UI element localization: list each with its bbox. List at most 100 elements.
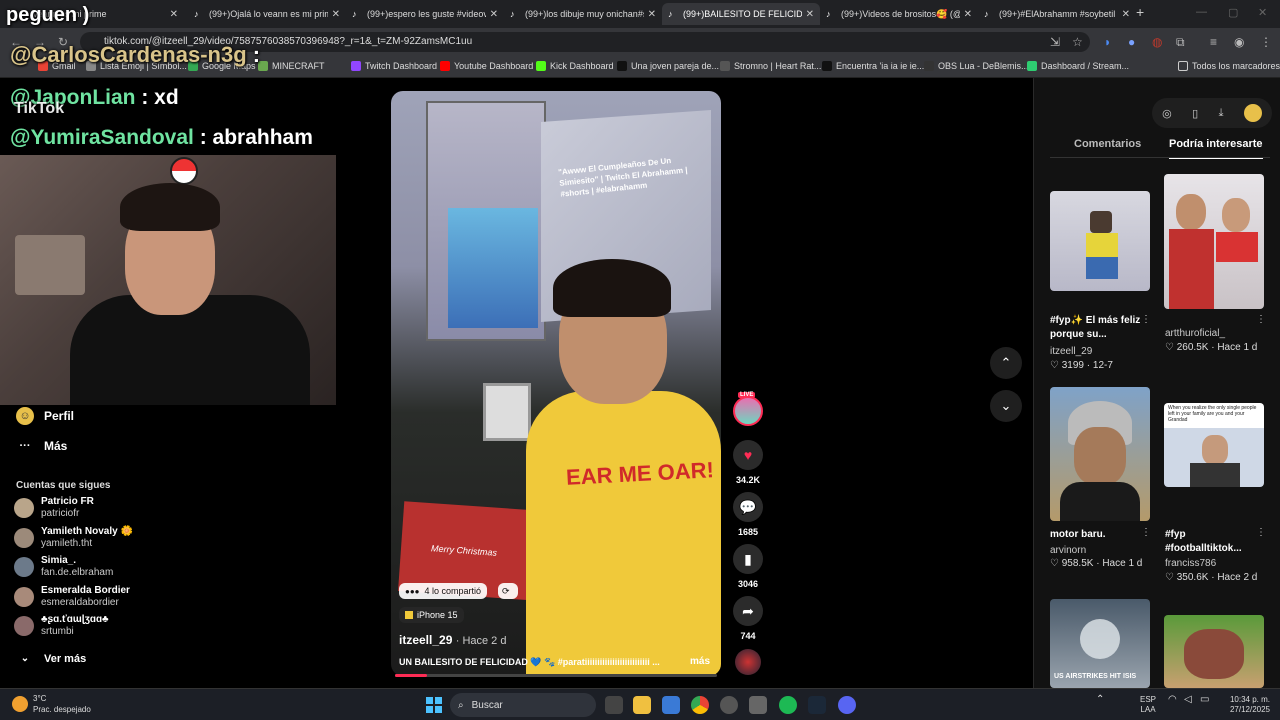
profile-avatar-icon[interactable]: ◉	[1234, 35, 1244, 49]
bookmark-item[interactable]: Dashboard / Stream...	[1027, 61, 1129, 71]
extension-icon[interactable]: ●	[1128, 35, 1135, 49]
extension-icon[interactable]: ◍	[1152, 35, 1162, 49]
media-icon[interactable]: ≡	[1210, 35, 1217, 49]
card-more-icon[interactable]: ⋮	[1256, 314, 1266, 325]
spotify-icon[interactable]	[779, 696, 797, 714]
close-tab-icon[interactable]: ✕	[490, 9, 498, 20]
music-disc[interactable]	[733, 649, 763, 675]
caption-more-link[interactable]: más	[690, 656, 710, 667]
browser-tab[interactable]: ♪ (99+)los dibuje muy onichan#s ✕	[504, 3, 662, 25]
weather-widget[interactable]: 3°C Prac. despejado	[12, 693, 91, 715]
card-title[interactable]: #fyp✨ El más feliz porque su...	[1050, 314, 1142, 342]
close-tab-icon[interactable]: ✕	[1122, 9, 1130, 20]
following-item[interactable]: Esmeralda Bordier esmeraldabordier	[14, 585, 130, 609]
card-more-icon[interactable]: ⋮	[1141, 314, 1151, 325]
close-tab-icon[interactable]: ✕	[170, 9, 178, 20]
extension-icon[interactable]: ◗	[1104, 35, 1111, 49]
close-tab-icon[interactable]: ✕	[964, 9, 972, 20]
next-video-button[interactable]: ⌄	[990, 390, 1022, 422]
compass-icon[interactable]: ◎	[1162, 107, 1172, 120]
bookmark-item[interactable]: Una joven pareja de...	[617, 61, 719, 71]
video-thumbnail[interactable]	[1050, 191, 1150, 291]
maximize-icon[interactable]: ▢	[1228, 6, 1238, 19]
card-more-icon[interactable]: ⋮	[1256, 527, 1266, 538]
card-user[interactable]: itzeell_29	[1050, 346, 1092, 357]
close-tab-icon[interactable]: ✕	[648, 9, 656, 20]
task-view-icon[interactable]	[605, 696, 623, 714]
close-window-icon[interactable]: ✕	[1258, 6, 1267, 19]
video-thumbnail[interactable]	[1164, 615, 1264, 688]
browser-tab[interactable]: ♪ (99+)Videos de brositos🥰 (@ ✕	[820, 3, 978, 25]
comment-button[interactable]: 💬 1685	[733, 492, 763, 537]
store-icon[interactable]	[662, 696, 680, 714]
menu-icon[interactable]: ⋮	[1260, 35, 1272, 49]
bookmark-item[interactable]: Stromno | Heart Rat...	[720, 61, 821, 71]
start-button[interactable]	[426, 697, 442, 713]
wifi-icon[interactable]: ◠	[1168, 695, 1177, 705]
share-button[interactable]: ➦ 744	[733, 596, 763, 641]
download-icon[interactable]: ⤓	[1219, 107, 1224, 120]
browser-tab[interactable]: ♪ (99+)Ojalá lo veann es mi prime ✕	[188, 3, 346, 25]
bookmark-item[interactable]: Twitch Dashboard	[351, 61, 437, 71]
following-item[interactable]: Patricio FR patriciofr	[14, 496, 94, 520]
new-tab-button[interactable]: +	[1136, 4, 1144, 20]
video-thumbnail[interactable]: US AIRSTRIKES HIT ISIS	[1050, 599, 1150, 688]
language-indicator[interactable]: ESP LAA	[1140, 695, 1156, 715]
clock[interactable]: 10:34 p. m. 27/12/2025	[1222, 695, 1270, 715]
bookmark-item[interactable]: MINECRAFT	[258, 61, 325, 71]
previous-video-button[interactable]: ⌃	[990, 347, 1022, 379]
repost-button[interactable]: ⟳	[498, 583, 518, 599]
file-explorer-icon[interactable]	[633, 696, 651, 714]
video-thumbnail[interactable]	[1164, 174, 1264, 309]
video-thumbnail[interactable]	[1050, 387, 1150, 521]
creator-avatar[interactable]: LIVE	[733, 392, 763, 426]
tab-comentarios[interactable]: Comentarios	[1074, 138, 1141, 150]
bookmark-item[interactable]: Encuentra 'ia ia ie ie...	[822, 61, 924, 71]
bookmark-item[interactable]: Youtube Dashboard	[440, 61, 533, 71]
phone-icon[interactable]: ▯	[1192, 107, 1198, 120]
sidebar-item-more[interactable]: ··· Más	[16, 437, 68, 455]
discord-icon[interactable]	[838, 696, 856, 714]
video-author[interactable]: itzeell_29 · Hace 2 d	[399, 633, 506, 647]
save-button[interactable]: ▮ 3046	[733, 544, 763, 589]
puzzle-icon[interactable]: ⧉	[1176, 35, 1185, 50]
app-icon[interactable]	[749, 696, 767, 714]
card-more-icon[interactable]: ⋮	[1141, 527, 1151, 538]
see-more-link[interactable]: ⌄ Ver más	[16, 650, 86, 668]
following-item[interactable]: ♣ʂɑ.ťɑɯɭʒɑɑ♣ srtumbi	[14, 614, 109, 638]
card-title[interactable]: #fyp #footballtiktok...	[1165, 528, 1261, 556]
following-item[interactable]: Yamileth Novaly 🌼 yamileth.tht	[14, 526, 133, 550]
bookmark-item[interactable]: Kick Dashboard	[536, 61, 614, 71]
close-tab-icon[interactable]: ✕	[332, 9, 340, 20]
avatar[interactable]	[1243, 104, 1262, 122]
card-user[interactable]: artthuroficial_	[1165, 328, 1225, 339]
volume-icon[interactable]: ◁	[1184, 695, 1192, 705]
card-meta: ♡ 350.6K · Hace 2 d	[1165, 572, 1258, 583]
card-title[interactable]: motor baru.	[1050, 528, 1142, 542]
battery-icon[interactable]: ▭	[1200, 695, 1209, 705]
close-tab-icon[interactable]: ✕	[806, 9, 814, 20]
taskbar-search[interactable]: ⌕ Buscar	[450, 693, 596, 717]
obs-icon[interactable]	[720, 696, 738, 714]
browser-tab[interactable]: ♪ (99+)espero les guste #videovi ✕	[346, 3, 504, 25]
browser-tab[interactable]: ♪ (99+)BAILESITO DE FELICIDAD ✕	[662, 3, 820, 25]
card-user[interactable]: franciss786	[1165, 558, 1216, 569]
browser-tab[interactable]: ♪ (99+)#ElAbrahamm #soybetil ✕	[978, 3, 1136, 25]
shared-pill[interactable]: ●●● 4 lo compartió	[399, 583, 488, 599]
minimize-icon[interactable]: —	[1196, 6, 1207, 18]
video-progress[interactable]	[395, 674, 717, 677]
like-button[interactable]: ♥ 34.2K	[733, 440, 763, 485]
install-icon[interactable]: ⇲	[1050, 35, 1060, 49]
bookmark-item[interactable]: OBS Lua - DeBlemis...	[924, 61, 1029, 71]
card-user[interactable]: arvinorn	[1050, 545, 1086, 556]
tiktok-logo[interactable]: TikTok	[14, 100, 64, 118]
following-item[interactable]: Simia_. fan.de.elbraham	[14, 555, 113, 579]
steam-icon[interactable]	[808, 696, 826, 714]
tray-chevron-icon[interactable]: ⌃	[1096, 695, 1104, 705]
chrome-icon[interactable]	[691, 696, 709, 714]
video-thumbnail[interactable]: When you realize the only single people …	[1164, 403, 1264, 487]
all-bookmarks[interactable]: Todos los marcadores	[1178, 61, 1280, 71]
tab-podria-interesarte[interactable]: Podría interesarte	[1169, 138, 1263, 159]
sidebar-item-profile[interactable]: ☺ Perfil	[16, 407, 74, 425]
star-icon[interactable]: ☆	[1072, 35, 1083, 49]
